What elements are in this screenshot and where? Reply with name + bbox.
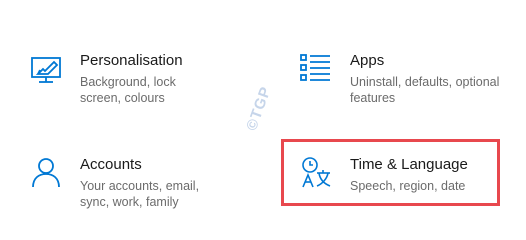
tile-description: Speech, region, date	[350, 179, 466, 193]
tile-title: Personalisation	[80, 52, 183, 69]
tile-title: Accounts	[80, 156, 142, 173]
personalisation-icon	[30, 52, 64, 86]
tile-time-language[interactable]: Time & Language Speech, region, date	[300, 156, 490, 196]
person-icon	[30, 156, 64, 190]
tile-description: Background, lock screen, colours	[80, 75, 176, 105]
tile-title: Time & Language	[350, 156, 468, 173]
tile-description: Your accounts, email, sync, work, family	[80, 179, 200, 209]
tile-description: Uninstall, defaults, optional features	[350, 75, 500, 105]
tile-apps[interactable]: Apps Uninstall, defaults, optional featu…	[300, 52, 510, 112]
time-language-icon	[300, 156, 334, 190]
watermark: ©TGP	[243, 84, 275, 133]
apps-list-icon	[300, 52, 334, 86]
tile-title: Apps	[350, 52, 385, 69]
tile-accounts[interactable]: Accounts Your accounts, email, sync, wor…	[30, 156, 230, 216]
tile-personalisation[interactable]: Personalisation Background, lock screen,…	[30, 52, 230, 112]
